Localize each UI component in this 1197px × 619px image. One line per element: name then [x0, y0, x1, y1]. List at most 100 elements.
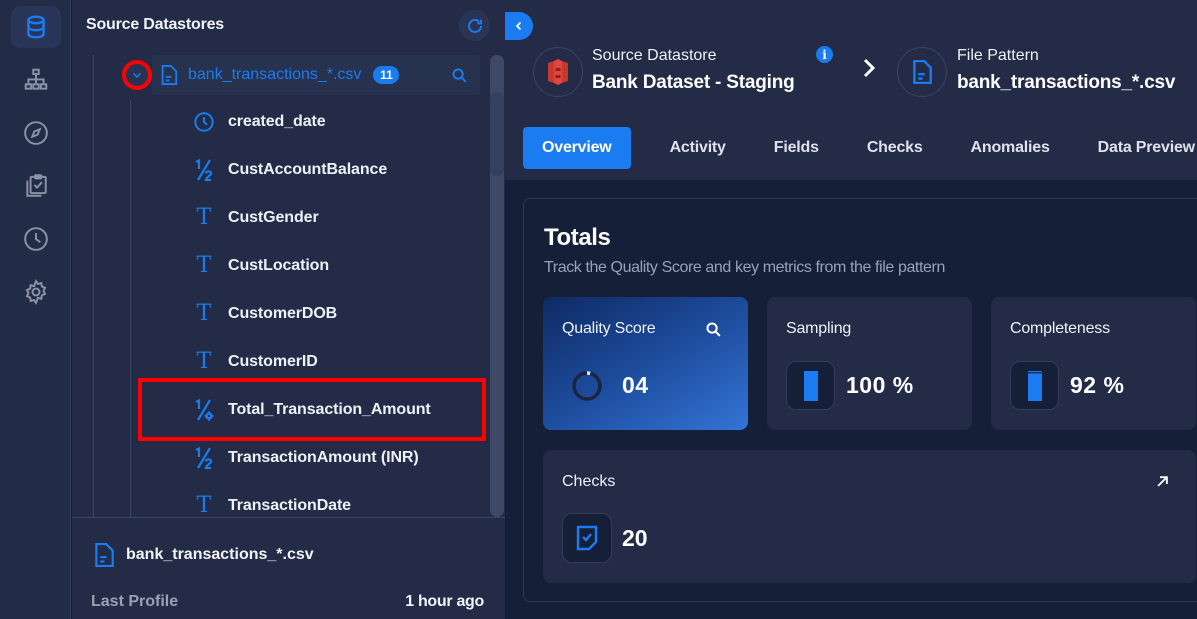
refresh-icon: [467, 18, 482, 33]
tab-checks[interactable]: Checks: [848, 127, 942, 169]
tab-data-preview[interactable]: Data Preview: [1079, 127, 1197, 169]
app-root: Source Datastores bank_transactions_*.cs…: [0, 0, 1197, 619]
totals-card: Totals Track the Quality Score and key m…: [523, 198, 1197, 602]
tab-fields[interactable]: Fields: [755, 127, 838, 169]
tree-field-name: TransactionAmount (INR): [228, 449, 419, 466]
chevron-right-icon: [863, 58, 876, 78]
checks-open-button[interactable]: [1155, 474, 1170, 494]
main-content: Source Datastore Bank Dataset - Staging …: [505, 0, 1197, 619]
file-icon: [913, 60, 932, 84]
footer-file-name: bank_transactions_*.csv: [126, 546, 314, 563]
quality-score-card[interactable]: Quality Score 04: [543, 297, 748, 430]
expand-collapse-toggle[interactable]: [122, 60, 152, 90]
text-type-icon: T: [196, 301, 212, 326]
tree-field-item[interactable]: TransactionAmount (INR): [192, 442, 419, 474]
checks-label: Checks: [562, 473, 616, 490]
checks-icon-box: [562, 513, 612, 563]
tree-field-item[interactable]: T CustGender: [192, 202, 319, 234]
tree-file-name: bank_transactions_*.csv: [188, 66, 362, 83]
tree-field-item[interactable]: T CustomerDOB: [192, 298, 338, 330]
panel-footer: bank_transactions_*.csv Last Profile 1 h…: [72, 517, 505, 619]
completeness-gauge: [1010, 361, 1059, 410]
text-type-icon: T: [196, 253, 212, 278]
quality-score-ring: [572, 371, 602, 401]
tab-overview[interactable]: Overview: [523, 127, 631, 169]
quality-ring-track: [572, 371, 602, 401]
rail-checks-button[interactable]: [11, 165, 61, 207]
fraction-icon: [192, 158, 216, 182]
tree-field-item[interactable]: T CustLocation: [192, 250, 329, 282]
gauge-track-inner: [1027, 370, 1042, 372]
checks-value: 20: [622, 525, 648, 551]
rail-history-button[interactable]: [11, 218, 61, 260]
file-pattern-name: bank_transactions_*.csv: [957, 72, 1176, 93]
tree-file-row[interactable]: bank_transactions_*.csv 11: [152, 55, 480, 95]
panel-title: Source Datastores: [86, 16, 224, 33]
tree-guide-line: [130, 100, 131, 517]
text-type-icon: T: [196, 349, 212, 374]
clock-icon: [24, 227, 48, 251]
quality-score-value: 04: [622, 372, 649, 398]
compass-icon: [24, 121, 48, 145]
chevron-down-icon: [132, 72, 142, 79]
file-icon: [161, 65, 178, 85]
file-icon: [95, 543, 114, 567]
tree-field-item[interactable]: created_date: [192, 106, 326, 138]
datastore-avatar: [533, 47, 583, 97]
fraction-icon: [192, 446, 216, 470]
refresh-button[interactable]: [459, 10, 490, 41]
footer-file: bank_transactions_*.csv: [94, 543, 314, 567]
completeness-value: 92 %: [1070, 372, 1125, 398]
file-pattern-label: File Pattern: [957, 47, 1039, 64]
database-icon: [27, 15, 45, 39]
search-icon: [452, 68, 467, 83]
gear-icon: [25, 279, 47, 305]
datastore-name[interactable]: Bank Dataset - Staging: [592, 72, 795, 94]
tree-field-name: created_date: [228, 113, 326, 130]
file-pattern-avatar: [897, 47, 947, 97]
checks-card[interactable]: Checks 20: [543, 450, 1196, 583]
chevron-left-icon: [515, 21, 522, 31]
rail-explore-button[interactable]: [11, 59, 61, 101]
collapse-panel-button[interactable]: [505, 12, 533, 40]
rail-discover-button[interactable]: [11, 112, 61, 154]
datastore-label: Source Datastore: [592, 47, 717, 64]
tree-field-name: CustGender: [228, 209, 319, 226]
tree-field-item[interactable]: T CustomerID: [192, 346, 318, 378]
sitemap-icon: [24, 68, 48, 90]
icon-rail: [0, 0, 71, 619]
tree-scrollbar-thumb[interactable]: [490, 92, 504, 176]
source-datastores-panel: Source Datastores bank_transactions_*.cs…: [72, 0, 505, 619]
tree-field-item[interactable]: CustAccountBalance: [192, 154, 387, 186]
last-profile-label: Last Profile: [91, 593, 179, 610]
search-icon: [706, 322, 721, 337]
tree-guide-line: [93, 55, 94, 517]
tree-field-name: CustLocation: [228, 257, 330, 274]
quality-score-label: Quality Score: [562, 320, 656, 337]
field-count-badge: 11: [373, 66, 400, 84]
highlight-annotation: [138, 378, 486, 441]
sampling-value: 100 %: [846, 372, 914, 398]
tree-field-name: CustAccountBalance: [228, 161, 388, 178]
rail-settings-button[interactable]: [11, 271, 61, 313]
gauge-fill: [1027, 372, 1042, 401]
rail-datastores-button[interactable]: [11, 6, 61, 48]
quality-score-search-button[interactable]: [705, 321, 722, 343]
file-search-button[interactable]: [451, 67, 468, 84]
gauge-fill: [803, 370, 818, 401]
tree-field-name: TransactionDate: [228, 497, 351, 514]
clock-icon: [192, 110, 216, 134]
last-profile-value: 1 hour ago: [405, 593, 484, 610]
sampling-label: Sampling: [786, 320, 852, 337]
amazon-s3-icon: [548, 59, 568, 85]
check-document-icon: [576, 525, 598, 551]
tab-activity[interactable]: Activity: [651, 127, 745, 169]
clipboard-check-icon: [26, 174, 47, 197]
tab-anomalies[interactable]: Anomalies: [952, 127, 1069, 169]
totals-title: Totals: [544, 224, 611, 251]
sampling-card: Sampling 100 %: [767, 297, 972, 430]
tab-bar: Overview Activity Fields Checks Anomalies Dat…: [523, 127, 1197, 169]
completeness-label: Completeness: [1010, 320, 1110, 337]
info-icon[interactable]: i: [816, 46, 833, 63]
tree-field-name: CustomerDOB: [228, 305, 338, 322]
